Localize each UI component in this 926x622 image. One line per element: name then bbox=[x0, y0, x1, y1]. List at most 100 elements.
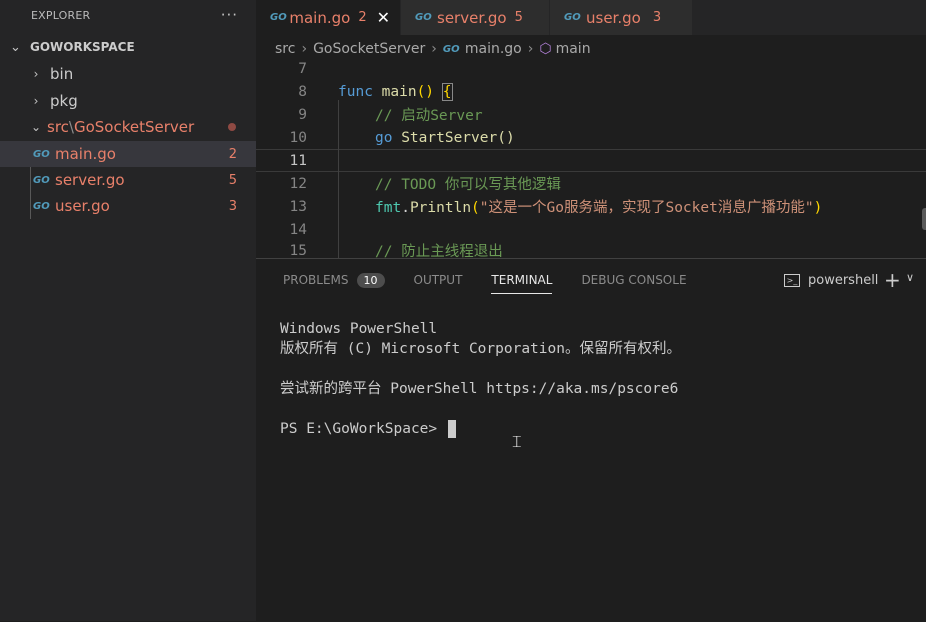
bottom-panel: PROBLEMS 10 OUTPUT TERMINAL DEBUG CONSOL… bbox=[256, 258, 926, 622]
symbol-method-icon: ⬡ bbox=[539, 41, 552, 57]
terminal-shell-selector[interactable]: >_ powershell bbox=[784, 269, 878, 291]
explorer-sidebar: EXPLORER ··· ⌄ GOWORKSPACE › bin › pkg ⌄… bbox=[0, 0, 256, 621]
tree-item-bin[interactable]: › bin bbox=[0, 61, 256, 87]
folder-part-src: src bbox=[47, 118, 69, 136]
tree-item-pkg[interactable]: › pkg bbox=[0, 88, 256, 114]
comment: // 启动Server bbox=[375, 108, 483, 124]
line-number: 8 bbox=[298, 83, 307, 100]
go-file-icon: GO bbox=[33, 200, 50, 212]
file-item-server-go[interactable]: GO server.go 5 bbox=[0, 167, 256, 193]
terminal-line: 尝试新的跨平台 PowerShell https://aka.ms/pscore… bbox=[280, 381, 679, 397]
tab-main-go[interactable]: GO main.go 2 ✕ bbox=[256, 0, 401, 35]
workspace-header[interactable]: ⌄ GOWORKSPACE bbox=[0, 36, 256, 58]
chevron-right-icon: › bbox=[301, 41, 308, 57]
keyword-func: func bbox=[338, 83, 373, 100]
tab-label: PROBLEMS bbox=[283, 273, 349, 287]
problems-dot-icon bbox=[228, 123, 236, 131]
terminal-output[interactable]: Windows PowerShell 版权所有 (C) Microsoft Co… bbox=[280, 319, 681, 439]
paren: () bbox=[497, 129, 515, 146]
line-number: 11 bbox=[289, 152, 307, 169]
line-number: 15 bbox=[289, 242, 307, 259]
function-name: Println bbox=[409, 200, 472, 216]
go-file-icon: GO bbox=[33, 174, 50, 186]
chevron-down-icon[interactable]: ∨ bbox=[906, 271, 914, 284]
terminal-icon: >_ bbox=[784, 273, 800, 287]
chevron-right-icon: › bbox=[527, 41, 534, 57]
error-count: 2 bbox=[228, 146, 237, 162]
error-count: 3 bbox=[228, 198, 237, 214]
breadcrumb-main-go[interactable]: main.go bbox=[465, 41, 522, 57]
breadcrumb-src[interactable]: src bbox=[275, 41, 295, 57]
tab-server-go[interactable]: GO server.go 5 bbox=[401, 0, 550, 35]
breadcrumb-gosocketserver[interactable]: GoSocketServer bbox=[313, 41, 425, 57]
code-line: 12 // TODO 你可以写其他逻辑 bbox=[256, 172, 926, 195]
file-label: server.go bbox=[55, 171, 125, 189]
code-text: fmt.Println("这是一个Go服务端，实现了Socket消息广播功能") bbox=[375, 196, 822, 217]
tab-label: server.go bbox=[437, 8, 507, 27]
code-line: 15 // 防止主线程退出 bbox=[256, 239, 926, 259]
folder-part-gosocketserver: GoSocketServer bbox=[73, 118, 195, 136]
chevron-down-icon: ⌄ bbox=[30, 120, 42, 134]
code-editor[interactable]: 7 8 func main() { 9 // 启动Server 10 go St… bbox=[256, 60, 926, 258]
code-line: 10 go StartServer() bbox=[256, 126, 926, 149]
tab-label: main.go bbox=[289, 8, 351, 27]
go-file-icon: GO bbox=[442, 43, 460, 55]
terminal-prompt: PS E:\GoWorkSpace> bbox=[280, 421, 446, 437]
tab-problems[interactable]: PROBLEMS 10 bbox=[283, 272, 385, 288]
more-actions-icon[interactable]: ··· bbox=[221, 6, 238, 24]
code-line: 8 func main() { bbox=[256, 80, 926, 103]
go-file-icon: GO bbox=[270, 12, 287, 23]
terminal-prompt-line: PS E:\GoWorkSpace> bbox=[280, 419, 681, 439]
file-item-main-go[interactable]: GO main.go 2 bbox=[0, 141, 256, 167]
folder-label: bin bbox=[50, 65, 74, 83]
terminal-cursor bbox=[447, 420, 456, 438]
code-line-current: 11 bbox=[256, 149, 926, 172]
paren: ( bbox=[471, 200, 480, 216]
panel-tabs: PROBLEMS 10 OUTPUT TERMINAL DEBUG CONSOL… bbox=[283, 269, 716, 294]
new-terminal-plus-icon[interactable]: + bbox=[884, 268, 901, 292]
close-icon[interactable]: ✕ bbox=[377, 8, 390, 27]
go-file-icon: GO bbox=[33, 148, 50, 160]
string-literal: "这是一个Go服务端，实现了Socket消息广播功能" bbox=[479, 200, 814, 216]
line-number: 10 bbox=[289, 129, 307, 146]
explorer-header: EXPLORER ··· bbox=[0, 0, 256, 30]
line-number: 13 bbox=[289, 198, 307, 215]
dot: . bbox=[401, 200, 410, 216]
code-line: 13 fmt.Println("这是一个Go服务端，实现了Socket消息广播功… bbox=[256, 195, 926, 218]
package-name: fmt bbox=[375, 200, 402, 216]
terminal-line: 版权所有 (C) Microsoft Corporation。保留所有权利。 bbox=[280, 341, 681, 357]
tab-debug-console[interactable]: DEBUG CONSOLE bbox=[581, 273, 686, 287]
indent-guide bbox=[338, 100, 339, 260]
file-item-user-go[interactable]: GO user.go 3 bbox=[0, 193, 256, 219]
tab-output[interactable]: OUTPUT bbox=[414, 273, 463, 287]
tab-user-go[interactable]: GO user.go 3 bbox=[550, 0, 693, 35]
comment: // TODO 你可以写其他逻辑 bbox=[375, 177, 561, 193]
code-text: func main() { bbox=[338, 82, 453, 101]
scrollbar-thumb[interactable] bbox=[922, 208, 926, 230]
function-name: StartServer bbox=[401, 129, 498, 146]
code-line: 7 bbox=[256, 60, 926, 80]
file-label: main.go bbox=[55, 145, 116, 163]
line-number: 14 bbox=[289, 221, 307, 238]
chevron-right-icon: › bbox=[33, 94, 39, 108]
terminal-line: Windows PowerShell bbox=[280, 321, 438, 337]
tree-item-src-gosocketserver[interactable]: ⌄ src\GoSocketServer bbox=[0, 114, 256, 140]
editor-tabbar: GO main.go 2 ✕ GO server.go 5 GO user.go… bbox=[256, 0, 926, 35]
tab-error-count: 5 bbox=[514, 10, 523, 25]
code-text: go StartServer() bbox=[375, 130, 515, 146]
go-file-icon: GO bbox=[415, 12, 432, 23]
line-number: 7 bbox=[298, 60, 307, 77]
breadcrumb-main-symbol[interactable]: main bbox=[556, 41, 591, 57]
go-file-icon: GO bbox=[564, 12, 581, 23]
code-line: 14 bbox=[256, 218, 926, 241]
tab-error-count: 3 bbox=[652, 10, 662, 25]
error-count: 5 bbox=[228, 172, 237, 188]
chevron-right-icon: › bbox=[33, 67, 39, 81]
shell-name: powershell bbox=[808, 272, 879, 288]
tab-terminal[interactable]: TERMINAL bbox=[491, 273, 553, 294]
file-label: user.go bbox=[55, 197, 110, 215]
function-name: main bbox=[381, 83, 417, 100]
line-number: 9 bbox=[298, 106, 307, 123]
paren: ) bbox=[813, 200, 823, 216]
